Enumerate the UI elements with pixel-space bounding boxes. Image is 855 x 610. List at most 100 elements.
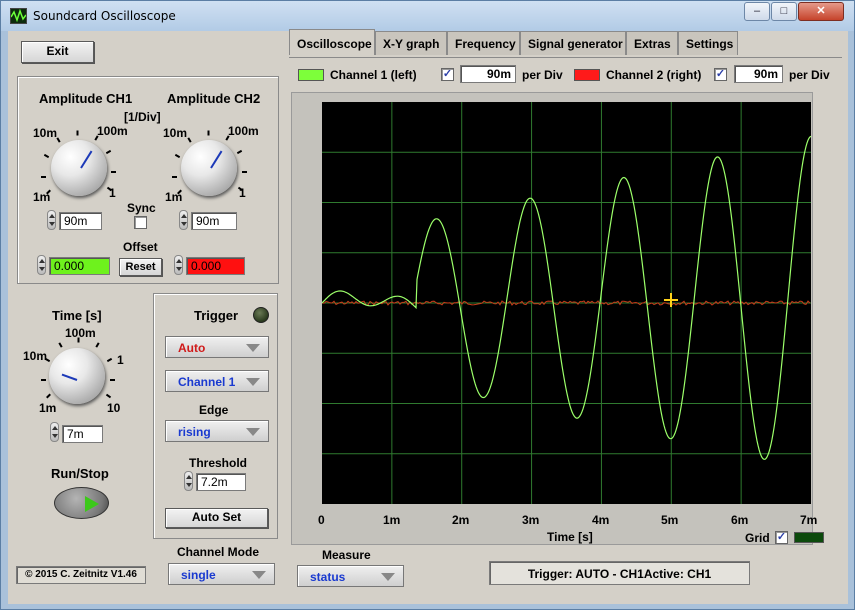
threshold-value-field[interactable]: 7.2m	[196, 473, 246, 491]
copyright-label: © 2015 C. Zeitnitz V1.46	[16, 566, 146, 584]
ch2-amp-value-field[interactable]: 90m	[191, 212, 237, 230]
trigger-mode-value: Auto	[178, 341, 206, 355]
x-tick-4m: 4m	[592, 513, 610, 527]
offset-reset-button[interactable]: Reset	[119, 258, 162, 276]
knob-tick	[105, 393, 112, 399]
knob-tick	[77, 337, 80, 343]
ch1-legend-label: Channel 1 (left)	[330, 68, 417, 82]
knob-tick	[76, 130, 79, 136]
edge-label: Edge	[199, 403, 229, 417]
ch2-amp-spinner[interactable]	[179, 210, 188, 230]
ch1-offset-spinner[interactable]	[37, 255, 46, 275]
amplitude-ch1-label: Amplitude CH1	[39, 91, 133, 106]
tab-frequency[interactable]: Frequency	[447, 31, 520, 55]
x-tick-7m: 7m	[800, 513, 818, 527]
knob-tick	[242, 171, 247, 173]
ch2-amplitude-knob[interactable]	[181, 140, 237, 196]
scope-graph	[321, 102, 812, 504]
trigger-edge-value: rising	[178, 425, 211, 439]
chevron-down-icon	[246, 344, 260, 352]
minimize-button[interactable]: –	[744, 2, 770, 21]
close-button[interactable]: ✕	[798, 2, 844, 21]
grid-color-swatch	[794, 532, 824, 543]
ch2-amplitude-knob-indicator	[210, 150, 223, 169]
chevron-down-icon	[246, 428, 260, 436]
ch1-amp-scale-10m: 10m	[33, 126, 58, 140]
scope-plot[interactable]	[321, 102, 812, 504]
x-axis-label: Time [s]	[547, 530, 593, 544]
oscilloscope-app-icon	[10, 8, 27, 24]
trigger-channel-dropdown[interactable]: Channel 1	[165, 370, 269, 392]
time-knob-indicator	[61, 373, 78, 381]
time-knob[interactable]	[49, 348, 105, 404]
trigger-channel-value: Channel 1	[178, 375, 236, 389]
ch2-offset-spinner[interactable]	[174, 255, 183, 275]
sync-checkbox[interactable]	[134, 216, 147, 229]
ch1-trace	[321, 135, 812, 460]
title-bar: Soundcard Oscilloscope – □ ✕	[1, 1, 854, 31]
tab-oscilloscope[interactable]: Oscilloscope	[289, 29, 375, 55]
measure-value: status	[310, 570, 346, 584]
ch2-amp-scale-100m: 100m	[228, 124, 259, 138]
x-tick-1m: 1m	[383, 513, 401, 527]
ch2-enable-checkbox[interactable]: ✓	[714, 68, 727, 81]
channel-mode-dropdown[interactable]: single	[168, 563, 275, 585]
threshold-spinner[interactable]	[184, 471, 193, 491]
exit-button[interactable]: Exit	[21, 41, 94, 63]
knob-tick	[110, 379, 115, 381]
threshold-label: Threshold	[189, 456, 248, 470]
trigger-edge-dropdown[interactable]: rising	[165, 420, 269, 442]
amplitude-unit-label: [1/Div]	[124, 110, 161, 124]
x-tick-3m: 3m	[522, 513, 540, 527]
chevron-down-icon	[252, 571, 266, 579]
time-scale-1m: 1m	[39, 401, 57, 415]
ch1-amp-scale-100m: 100m	[97, 124, 128, 138]
ch1-offset-field[interactable]: 0.000	[49, 257, 110, 275]
run-stop-button[interactable]	[54, 487, 109, 519]
auto-set-button[interactable]: Auto Set	[165, 508, 268, 528]
offset-label: Offset	[123, 240, 158, 254]
time-scale-10: 10	[107, 401, 121, 415]
x-tick-2m: 2m	[452, 513, 470, 527]
ch2-per-div-field[interactable]: 90m	[734, 65, 783, 83]
knob-tick	[95, 342, 100, 348]
x-tick-6m: 6m	[731, 513, 749, 527]
time-label: Time [s]	[52, 308, 102, 323]
time-scale-10m: 10m	[23, 349, 48, 363]
tab-divider	[289, 57, 842, 58]
trigger-mode-dropdown[interactable]: Auto	[165, 336, 269, 358]
trigger-status-field: Trigger: AUTO - CH1Active: CH1	[489, 561, 750, 585]
time-value-field[interactable]: 7m	[62, 425, 103, 443]
tab-xy-graph[interactable]: X-Y graph	[375, 31, 447, 55]
window-title: Soundcard Oscilloscope	[33, 9, 176, 23]
ch2-offset-field[interactable]: 0.000	[186, 257, 245, 275]
ch2-legend-label: Channel 2 (right)	[606, 68, 702, 82]
measure-dropdown[interactable]: status	[297, 565, 404, 587]
run-stop-label: Run/Stop	[51, 466, 109, 481]
grid-checkbox[interactable]: ✓	[775, 531, 788, 544]
x-tick-5m: 5m	[661, 513, 679, 527]
ch1-color-swatch	[298, 69, 324, 81]
ch1-amplitude-knob[interactable]	[51, 140, 107, 196]
ch1-enable-checkbox[interactable]: ✓	[441, 68, 454, 81]
ch2-per-div-label: per Div	[789, 68, 830, 82]
tab-extras[interactable]: Extras	[626, 31, 678, 55]
tab-settings[interactable]: Settings	[678, 31, 738, 55]
ch1-amp-value-field[interactable]: 90m	[59, 212, 102, 230]
ch1-amp-spinner[interactable]	[47, 210, 56, 230]
ch1-per-div-field[interactable]: 90m	[460, 65, 516, 83]
client-area: Exit Amplitude CH1 Amplitude CH2 [1/Div]…	[8, 29, 848, 604]
maximize-button[interactable]: □	[771, 2, 797, 21]
knob-tick	[46, 393, 51, 399]
sync-label: Sync	[127, 201, 156, 215]
time-spinner[interactable]	[50, 422, 59, 442]
tab-signal-generator[interactable]: Signal generator	[520, 31, 626, 55]
measure-label: Measure	[322, 548, 371, 562]
knob-tick	[41, 176, 46, 178]
play-icon	[85, 496, 99, 512]
time-scale-1: 1	[117, 353, 124, 367]
app-window: Soundcard Oscilloscope – □ ✕ Exit Amplit…	[0, 0, 855, 610]
ch1-amplitude-knob-indicator	[80, 150, 93, 169]
knob-tick	[58, 342, 63, 348]
time-scale-100m: 100m	[65, 326, 96, 340]
